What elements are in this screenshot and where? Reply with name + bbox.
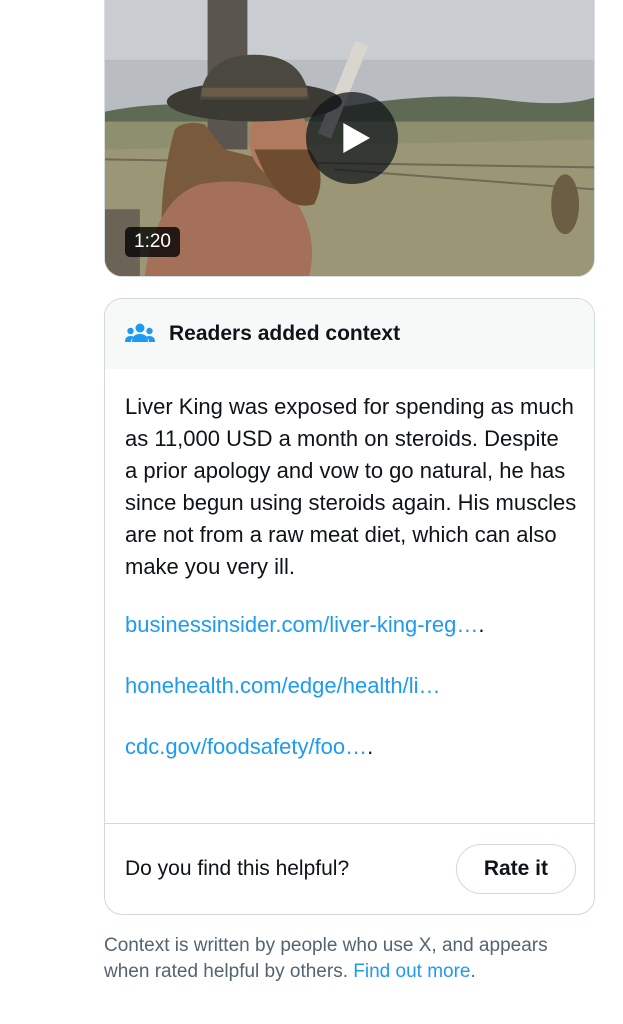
- helpful-question: Do you find this helpful?: [125, 857, 350, 880]
- note-footer: Do you find this helpful? Rate it: [105, 823, 594, 914]
- play-button[interactable]: [306, 92, 398, 184]
- community-note: Readers added context Liver King was exp…: [104, 298, 595, 915]
- disclaimer-text: Context is written by people who use X, …: [104, 935, 548, 982]
- note-text: Liver King was exposed for spending as m…: [125, 394, 577, 579]
- source-link[interactable]: honehealth.com/edge/health/li…: [125, 670, 574, 702]
- note-header: Readers added context: [105, 299, 594, 369]
- note-title: Readers added context: [169, 322, 401, 345]
- disclaimer-trail: .: [470, 961, 476, 982]
- note-body: Liver King was exposed for spending as m…: [105, 369, 594, 763]
- note-sources: businessinsider.com/liver-king-reg…. hon…: [125, 609, 574, 763]
- source-link[interactable]: businessinsider.com/liver-king-reg….: [125, 609, 574, 641]
- video-duration-badge: 1:20: [125, 227, 180, 257]
- rate-it-button[interactable]: Rate it: [455, 844, 576, 894]
- context-disclaimer: Context is written by people who use X, …: [104, 933, 574, 985]
- source-link[interactable]: cdc.gov/foodsafety/foo….: [125, 731, 574, 763]
- video-player[interactable]: 1:20: [104, 0, 595, 277]
- play-icon: [343, 123, 370, 153]
- find-out-more-link[interactable]: Find out more: [353, 961, 470, 982]
- people-icon: [125, 322, 155, 346]
